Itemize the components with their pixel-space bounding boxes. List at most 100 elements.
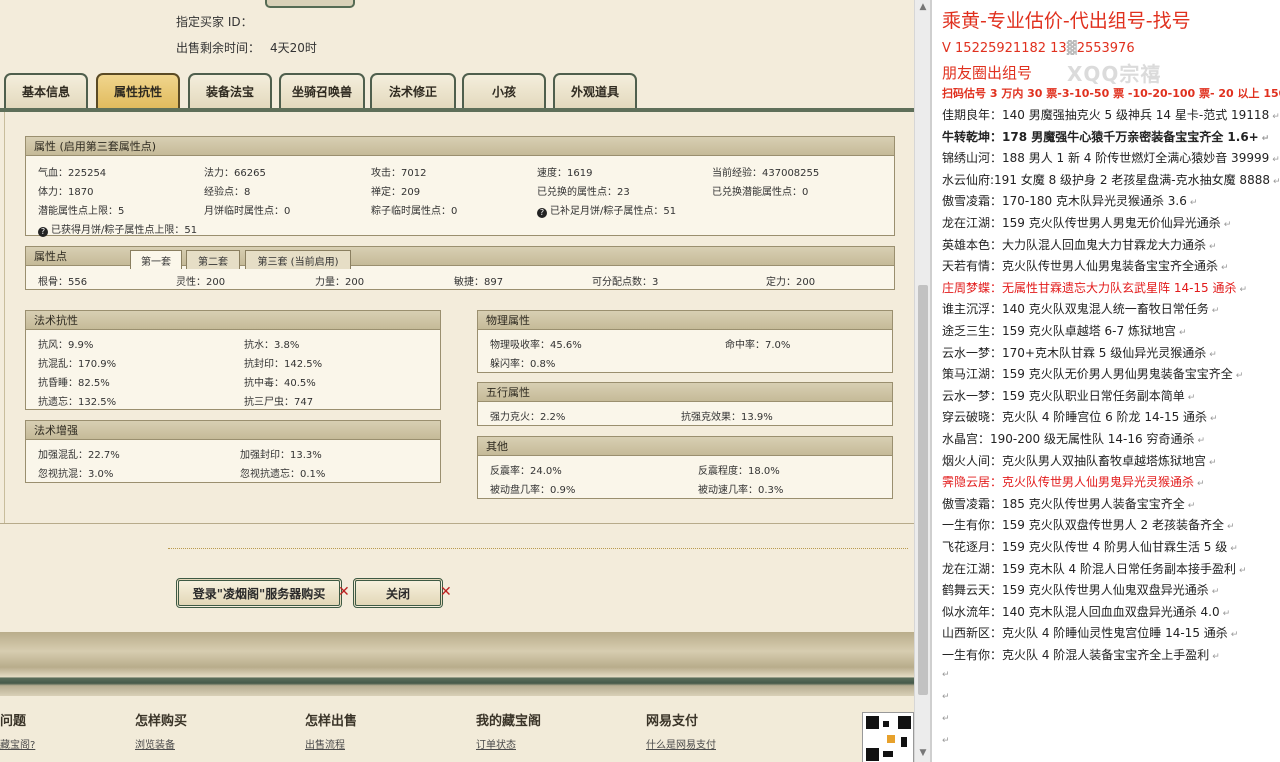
- boost-cell: 忽视抗遗忘：0.1%: [240, 469, 326, 480]
- chat-line-text: 飞花逐月：159 克火队传世 4 阶男人仙甘霖生活 5 级: [942, 540, 1228, 554]
- paragraph-mark: ↵: [1239, 284, 1248, 295]
- paragraph-mark: ↵: [1230, 544, 1238, 554]
- paragraph-mark: ↵: [942, 692, 950, 702]
- chat-moments: 朋友圈出组号: [942, 64, 1033, 82]
- resist-cell: 抗水：3.8%: [244, 340, 300, 351]
- chat-line-text: 策马江湖：159 克火队无价男人男仙男鬼装备宝宝齐全: [942, 367, 1233, 382]
- time-left-row: 出售剩余时间： 4天20时: [176, 39, 317, 56]
- other-cell: 反震率：24.0%: [490, 466, 562, 477]
- chat-line: 牛转乾坤：178 男魔强牛心猿千万亲密装备宝宝齐全 1.6+ ↵: [942, 128, 1269, 145]
- footer-col-title: 网易支付: [646, 714, 699, 729]
- points-cell: 定力：200: [766, 277, 816, 288]
- footer-link[interactable]: 浏览装备: [135, 736, 175, 751]
- physical-panel-title: 物理属性: [478, 311, 892, 330]
- physical-panel: 物理属性 物理吸收率：45.6% 命中率：7.0% 躲闪率：0.8%: [477, 310, 893, 373]
- chat-line: 水云仙府:191 女魔 8 级护身 2 老孩星盘满-克水抽女魔 8888 ↵: [942, 171, 1280, 188]
- other-cell: 被动盘几率：0.9%: [490, 485, 576, 496]
- footer-col-title: 怎样购买: [135, 714, 188, 729]
- physical-cell: 物理吸收率：45.6%: [490, 340, 582, 351]
- paragraph-mark: ↵: [1210, 414, 1218, 425]
- chat-line-text: 锦绣山河：188 男人 1 新 4 阶传世燃灯全满心猿妙音 39999: [942, 151, 1270, 166]
- scroll-thumb[interactable]: [918, 285, 928, 695]
- attr-cell: 体力：1870: [38, 187, 94, 198]
- chat-line-text: 牛转乾坤：178 男魔强牛心猿千万亲密装备宝宝齐全 1.6+: [942, 129, 1259, 144]
- chat-line-text: 烟火人间：克火队男人双抽队畜牧卓越塔炼狱地宫: [942, 453, 1207, 468]
- chat-contact-b: 2553976: [1076, 41, 1135, 56]
- attr-cell: 潜能属性点上限：5: [38, 206, 125, 217]
- attribute-panel-title: 属性 (启用第三套属性点): [26, 137, 894, 156]
- resist-panel: 法术抗性 抗风：9.9% 抗水：3.8% 抗混乱：170.9% 抗封印：142.…: [25, 310, 441, 410]
- help-icon[interactable]: ?: [537, 208, 547, 218]
- attr-cell-with-help: ? 已补足月饼/粽子属性点：51: [537, 202, 676, 218]
- site-footer: 问题 怎样购买 怎样出售 我的藏宝阁 网易支付 藏宝阁? 浏览装备 出售流程 订…: [0, 696, 914, 762]
- time-left-label: 出售剩余时间：: [176, 41, 261, 55]
- paragraph-mark: ↵: [1211, 306, 1220, 317]
- chat-line: 穿云破晓：克火队 4 阶睡宫位 6 阶龙 14-15 通杀 ↵: [942, 408, 1218, 425]
- close-button[interactable]: 关闭: [353, 578, 443, 608]
- chat-line: 似水流年：140 克木队混人回血血双盘异光通杀 4.0 ↵: [942, 603, 1230, 620]
- buyer-id-row: 指定买家 ID：: [176, 13, 253, 30]
- tab-spell-correction[interactable]: 法术修正: [370, 73, 456, 108]
- paragraph-mark: ↵: [1238, 565, 1247, 576]
- resist-cell: 抗三尸虫：747: [244, 397, 314, 408]
- other-cell: 反震程度：18.0%: [698, 466, 780, 477]
- boost-panel: 法术增强 加强混乱：22.7% 加强封印：13.3% 忽视抗混：3.0% 忽视抗…: [25, 420, 441, 483]
- top-card-edge: [265, 0, 355, 8]
- attr-cell: 粽子临时属性点：0: [371, 206, 458, 217]
- attr-cell: 速度：1619: [537, 168, 593, 179]
- footer-link[interactable]: 什么是网易支付: [646, 736, 716, 751]
- paragraph-mark: ↵: [1261, 133, 1270, 144]
- paragraph-mark: ↵: [1209, 349, 1217, 360]
- dotted-divider: [168, 548, 908, 549]
- paragraph-mark: ↵: [1187, 392, 1196, 403]
- chat-line-text: 云水一梦：170+克木队甘霖 5 级仙异光灵猴通杀: [942, 345, 1207, 360]
- tab-appearance[interactable]: 外观道具: [553, 73, 637, 108]
- footer-link[interactable]: 出售流程: [305, 736, 345, 751]
- chat-line: 云水一梦：170+克木队甘霖 5 级仙异光灵猴通杀 ↵: [942, 344, 1217, 361]
- tab-basic-info[interactable]: 基本信息: [4, 73, 88, 108]
- subtab-set-1[interactable]: 第一套: [130, 250, 182, 269]
- help-icon[interactable]: ?: [38, 227, 48, 237]
- subtab-set-3[interactable]: 第三套 (当前启用): [245, 250, 351, 269]
- attr-cell: 已兑换潜能属性点：0: [712, 187, 809, 198]
- footer-link[interactable]: 订单状态: [476, 736, 516, 751]
- points-cell: 敏捷：897: [454, 277, 504, 288]
- other-panel: 其他 反震率：24.0% 反震程度：18.0% 被动盘几率：0.9% 被动速几率…: [477, 436, 893, 499]
- tab-attributes[interactable]: 属性抗性: [96, 73, 180, 108]
- attr-cell-text: 已补足月饼/粽子属性点：51: [550, 206, 677, 217]
- buy-button[interactable]: 登录"凌烟阁"服务器购买: [176, 578, 342, 608]
- attr-cell: 攻击：7012: [371, 168, 427, 179]
- footer-link[interactable]: 藏宝阁?: [0, 736, 35, 751]
- tab-children[interactable]: 小孩: [462, 73, 546, 108]
- chat-line-text: 佳期良年：140 男魔强抽克火 5 级神兵 14 星卡-范式 19118: [942, 108, 1270, 122]
- tab-equipment[interactable]: 装备法宝: [188, 73, 272, 108]
- attr-note: ? 已获得月饼/粽子属性点上限：51: [38, 221, 197, 237]
- physical-cell: 躲闪率：0.8%: [490, 359, 556, 370]
- chat-line: 途乏三生：159 克火队卓越塔 6-7 炼狱地宫 ↵: [942, 322, 1187, 339]
- boost-cell: 加强混乱：22.7%: [38, 450, 120, 461]
- chat-line-text: 一生有你：克火队 4 阶混人装备宝宝齐全上手盈利: [942, 648, 1210, 662]
- subtab-set-2[interactable]: 第二套: [186, 250, 240, 269]
- other-cell: 被动速几率：0.3%: [698, 485, 784, 496]
- paragraph-mark: ↵: [1209, 457, 1217, 468]
- scroll-up-icon[interactable]: ▲: [918, 2, 928, 12]
- chat-line-text: 天若有情：克火队传世男人仙男鬼装备宝宝齐全通杀: [942, 259, 1219, 274]
- chat-line-text: 龙在江湖：159 克木队 4 阶混人日常任务副本接手盈利: [942, 561, 1236, 576]
- paragraph-mark: ↵: [1235, 371, 1244, 382]
- chat-line: 傲雪凌霜：185 克火队传世男人装备宝宝齐全 ↵: [942, 495, 1195, 512]
- paragraph-mark: ↵: [1211, 587, 1220, 598]
- footer-col-title: 怎样出售: [305, 714, 358, 729]
- paragraph-mark: ↵: [1212, 652, 1220, 662]
- chat-line-text: 傲雪凌霜：185 克火队传世男人装备宝宝齐全: [942, 496, 1185, 511]
- page-scrollbar[interactable]: ▲ ▼: [914, 0, 930, 762]
- paragraph-mark: ↵: [1221, 263, 1229, 274]
- chat-line: 一生有你：159 克火队双盘传世男人 2 老孩装备齐全 ↵: [942, 516, 1235, 533]
- resist-cell: 抗中毒：40.5%: [244, 378, 316, 389]
- resist-cell: 抗昏睡：82.5%: [38, 378, 110, 389]
- chat-line: 山西新区：克火队 4 阶睡仙灵性鬼宫位睡 14-15 通杀 ↵: [942, 624, 1238, 641]
- chat-title: 乘黄-专业估价-代出组号-找号: [942, 10, 1191, 32]
- five-elements-panel: 五行属性 强力克火：2.2% 抗强克效果：13.9%: [477, 382, 893, 426]
- tab-mounts-pets[interactable]: 坐骑召唤兽: [279, 73, 365, 108]
- scroll-down-icon[interactable]: ▼: [918, 748, 928, 758]
- paragraph-mark: ↵: [942, 714, 950, 724]
